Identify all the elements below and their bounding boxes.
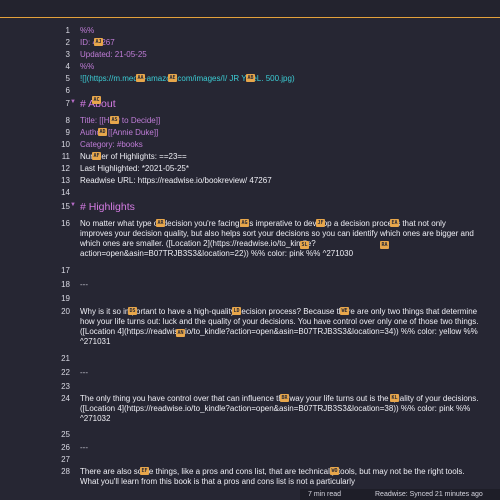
line-number: 19 [61,294,70,303]
line-number: 22 [61,368,70,377]
link-hint-badge[interactable]: AF [92,152,101,160]
line-number: 6 [65,86,70,95]
line-number: 11 [61,152,70,161]
link-hint-badge[interactable]: LD [232,307,241,315]
line-number: 8 [65,116,70,125]
link-hint-badge[interactable]: AB [246,74,255,82]
frontmatter-line: %% [80,26,95,35]
window-top-bar [0,0,500,18]
link-hint-badge[interactable]: DS [128,307,137,315]
link-hint-badge[interactable]: WE [340,307,349,315]
line-number: 26 [61,443,70,452]
link-hint-badge[interactable]: SL [300,241,309,249]
line-number: 12 [61,164,70,173]
line-number: 13 [61,176,70,185]
link-hint-badge[interactable]: AG [240,219,249,227]
last-highlighted-line: Last Highlighted: *2021-05-25* [80,164,189,173]
line-number: 23 [61,382,70,391]
line-number: 10 [61,140,70,149]
line-number: 28 [61,467,70,476]
link-hint-badge[interactable]: RA [380,241,389,249]
line-number: 15 [61,202,70,211]
line-number: 25 [61,430,70,439]
frontmatter-line: %% [80,62,95,71]
link-hint-badge[interactable]: AS [110,116,119,124]
line-number: 21 [61,354,70,363]
author-line[interactable]: Author: [[Annie Duke]] [80,128,480,138]
line-number: 4 [65,62,70,71]
highlight-paragraph: No matter what type of decision you're f… [80,219,474,258]
readwise-url-line[interactable]: Readwise URL: https://readwise.io/bookre… [80,176,480,186]
markdown-editor[interactable]: 1 %% 2 ID: 47267 3 Updated: 21-05-25 4 %… [0,26,500,488]
line-number: 17 [61,266,70,275]
line-number: 1 [65,26,70,35]
line-number: 18 [61,280,70,289]
fold-chevron-icon[interactable]: ▼ [70,99,76,105]
line-number: 24 [61,394,70,403]
reading-time: 7 min read [308,491,342,498]
id-line: ID: 47267 [80,38,115,47]
active-tab-accent-line [0,17,500,18]
divider: --- [80,368,88,377]
category-line[interactable]: Category: #books [80,140,480,150]
heading-highlights: # Highlights [80,201,135,213]
updated-line: Updated: 21-05-25 [80,50,147,59]
link-hint-badge[interactable]: EA [390,219,399,227]
readwise-sync-status[interactable]: Readwise: Synced 21 minutes ago [375,489,483,500]
divider: --- [80,280,88,289]
link-hint-badge[interactable]: JF [316,219,325,227]
link-hint-badge[interactable]: AE [168,74,177,82]
line-number: 5 [65,74,70,83]
line-number: 16 [61,219,70,228]
line-number: 20 [61,307,70,316]
link-hint-badge[interactable]: EF [140,467,149,475]
line-number: 7 [65,99,70,108]
highlight-count-line: Number of Highlights: ==23== [80,152,187,161]
link-hint-badge[interactable]: AR [156,219,165,227]
link-hint-badge[interactable]: AN [176,329,185,337]
link-hint-badge[interactable]: AA [136,74,145,82]
line-number: 2 [65,38,70,47]
link-hint-badge[interactable]: KL [390,394,399,402]
divider: --- [80,443,88,452]
link-hint-badge[interactable]: WO [330,467,339,475]
line-number: 9 [65,128,70,137]
heading-about: # About [80,98,116,110]
link-hint-badge[interactable]: AD [98,128,107,136]
line-number: 27 [61,455,70,464]
link-hint-badge[interactable]: AC [92,96,101,104]
link-hint-badge[interactable]: BR [280,394,289,402]
line-number: 3 [65,50,70,59]
line-number: 14 [61,188,70,197]
highlight-paragraph: Why is it so important to have a high-qu… [80,307,479,346]
link-hint-badge[interactable]: AJ [94,38,103,46]
title-line[interactable]: Title: [[How to Decide]] [80,116,480,126]
fold-chevron-icon[interactable]: ▼ [70,202,76,208]
status-bar: 7 min read Readwise: Synced 21 minutes a… [300,489,500,500]
